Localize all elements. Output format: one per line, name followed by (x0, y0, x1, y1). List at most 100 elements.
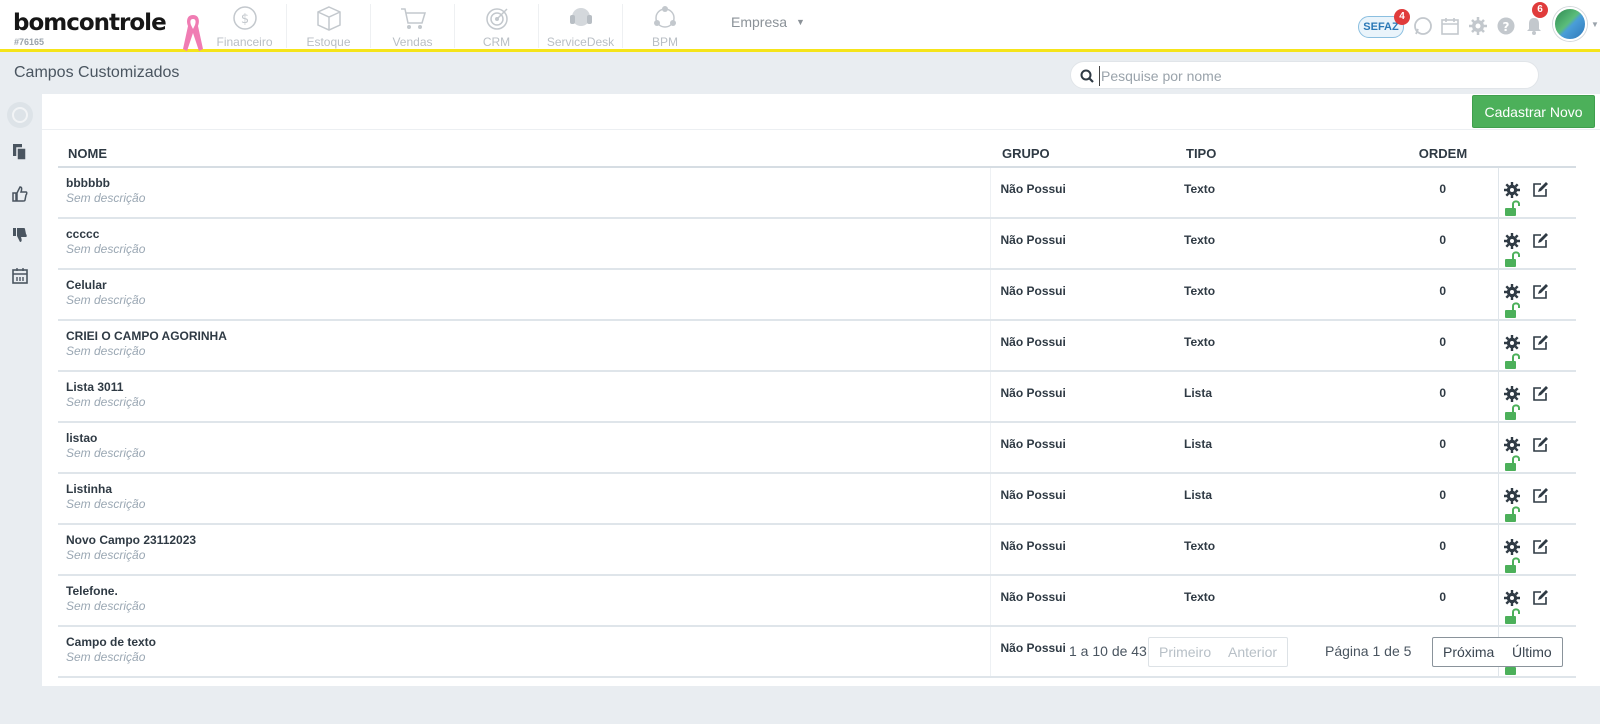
module-vendas[interactable]: Vendas (371, 4, 455, 49)
help-icon[interactable]: ? (1496, 16, 1516, 36)
edit-icon[interactable] (1531, 436, 1549, 454)
field-name: Listinha (66, 482, 113, 496)
cell-ordem: 0 (1388, 473, 1498, 525)
bell-icon[interactable] (1524, 16, 1544, 36)
table-row[interactable]: Telefone. Sem descrição Não Possui Texto 0 (58, 575, 1576, 627)
cell-grupo: Não Possui (989, 167, 1178, 219)
edit-icon[interactable] (1531, 232, 1549, 250)
previous-page-button[interactable]: Anterior (1218, 637, 1289, 667)
table-row[interactable]: bbbbbb Sem descrição Não Possui Texto 0 (58, 167, 1576, 219)
pagination-range: 1 a 10 de 43 (1069, 643, 1147, 659)
edit-icon[interactable] (1531, 334, 1549, 352)
module-label: CRM (482, 35, 511, 49)
headset-icon (569, 8, 592, 26)
notifications-badge: 6 (1532, 2, 1548, 18)
settings-gear-icon[interactable] (1503, 385, 1521, 403)
module-bpm[interactable]: BPM (623, 4, 707, 49)
table-row[interactable]: Lista 3011 Sem descrição Não Possui Lista 0 (58, 371, 1576, 423)
cell-actions (1497, 524, 1576, 576)
column-header-grupo[interactable]: GRUPO (990, 144, 1178, 168)
settings-gear-icon[interactable] (1503, 283, 1521, 301)
field-description: Sem descrição (66, 497, 146, 511)
cadastrar-novo-button[interactable]: Cadastrar Novo (1472, 95, 1595, 128)
unlock-icon[interactable] (1503, 250, 1521, 268)
first-page-button[interactable]: Primeiro (1148, 637, 1223, 667)
settings-gear-icon[interactable] (1503, 334, 1521, 352)
unlock-icon[interactable] (1503, 403, 1521, 421)
field-description: Sem descrição (66, 395, 146, 409)
unlock-icon[interactable] (1503, 556, 1521, 574)
network-icon (654, 6, 676, 28)
edit-icon[interactable] (1531, 589, 1549, 607)
field-name: ccccc (66, 227, 100, 241)
settings-gear-icon[interactable] (1503, 487, 1521, 505)
search-input[interactable] (1099, 66, 1529, 86)
column-header-nome[interactable]: NOME (58, 144, 990, 168)
module-servicedesk[interactable]: ServiceDesk (539, 4, 623, 49)
edit-icon[interactable] (1531, 181, 1549, 199)
module-financeiro[interactable]: $ Financeiro (203, 4, 287, 49)
field-name: Lista 3011 (66, 380, 124, 394)
cell-tipo: Texto (1178, 575, 1388, 627)
table-row[interactable]: CRIEI O CAMPO AGORINHA Sem descrição Não P… (58, 320, 1576, 372)
panel-toolbar: Cadastrar Novo (42, 94, 1600, 130)
custom-fields-table: NOME GRUPO TIPO ORDEM bbbbbb Sem descriçã… (58, 144, 1576, 678)
cell-grupo: Não Possui (989, 371, 1178, 423)
cell-ordem: 0 (1388, 524, 1498, 576)
unlock-icon[interactable] (1503, 199, 1521, 217)
caret-down-icon[interactable]: ▼ (1591, 20, 1599, 29)
table-row[interactable]: ccccc Sem descrição Não Possui Texto 0 (58, 218, 1576, 270)
cell-tipo: Texto (1178, 320, 1388, 372)
last-page-button[interactable]: Último (1502, 637, 1563, 667)
thumbs-down-icon[interactable] (9, 224, 31, 246)
field-description: Sem descrição (66, 191, 146, 205)
settings-gear-icon[interactable] (1503, 436, 1521, 454)
cell-grupo: Não Possui (989, 422, 1178, 474)
unlock-icon[interactable] (1503, 301, 1521, 319)
module-estoque[interactable]: Estoque (287, 4, 371, 49)
caret-down-icon: ▼ (796, 17, 805, 27)
gear-icon[interactable] (1468, 16, 1488, 36)
app-logo[interactable]: bomcontrole #76165 (13, 10, 167, 47)
top-navbar: bomcontrole #76165 $ Financeiro Estoque … (0, 0, 1600, 52)
avatar[interactable] (1553, 7, 1587, 41)
table-row[interactable]: Listinha Sem descrição Não Possui Lista 0 (58, 473, 1576, 525)
cell-actions (1497, 473, 1576, 525)
page-indicator: Página 1 de 5 (1325, 643, 1412, 659)
edit-icon[interactable] (1531, 487, 1549, 505)
cell-ordem: 0 (1388, 269, 1498, 321)
settings-gear-icon[interactable] (1503, 589, 1521, 607)
edit-icon[interactable] (1531, 385, 1549, 403)
edit-icon[interactable] (1531, 538, 1549, 556)
module-label: Vendas (392, 35, 433, 49)
column-header-tipo[interactable]: TIPO (1178, 144, 1388, 168)
next-page-button[interactable]: Próxima (1432, 637, 1506, 667)
field-name: bbbbbb (66, 176, 110, 190)
field-description: Sem descrição (66, 548, 146, 562)
thumbs-up-icon[interactable] (9, 183, 31, 205)
table-row[interactable]: Novo Campo 23112023 Sem descrição Não Poss… (58, 524, 1576, 576)
unlock-icon[interactable] (1503, 454, 1521, 472)
module-crm[interactable]: CRM (455, 4, 539, 49)
empresa-dropdown[interactable]: Empresa ▼ (731, 14, 805, 30)
table-row[interactable]: Celular Sem descrição Não Possui Texto 0 (58, 269, 1576, 321)
cell-nome: ccccc Sem descrição (58, 218, 990, 270)
main-panel: Cadastrar Novo NOME GRUPO TIPO ORDEM bbb… (42, 94, 1600, 686)
collapse-sidebar-icon[interactable] (6, 101, 34, 129)
calendar-icon[interactable] (1440, 16, 1460, 36)
settings-gear-icon[interactable] (1503, 181, 1521, 199)
table-row[interactable]: listao Sem descrição Não Possui Lista 0 (58, 422, 1576, 474)
unlock-icon[interactable] (1503, 352, 1521, 370)
edit-icon[interactable] (1531, 283, 1549, 301)
settings-gear-icon[interactable] (1503, 232, 1521, 250)
cell-grupo: Não Possui (989, 269, 1178, 321)
calendar-icon[interactable] (9, 265, 31, 287)
column-header-ordem[interactable]: ORDEM (1388, 144, 1498, 168)
field-description: Sem descrição (66, 599, 146, 613)
settings-gear-icon[interactable] (1503, 538, 1521, 556)
unlock-icon[interactable] (1503, 607, 1521, 625)
whatsapp-icon[interactable] (1413, 16, 1433, 36)
unlock-icon[interactable] (1503, 505, 1521, 523)
copy-icon[interactable] (9, 141, 31, 163)
cell-nome: listao Sem descrição (58, 422, 990, 474)
